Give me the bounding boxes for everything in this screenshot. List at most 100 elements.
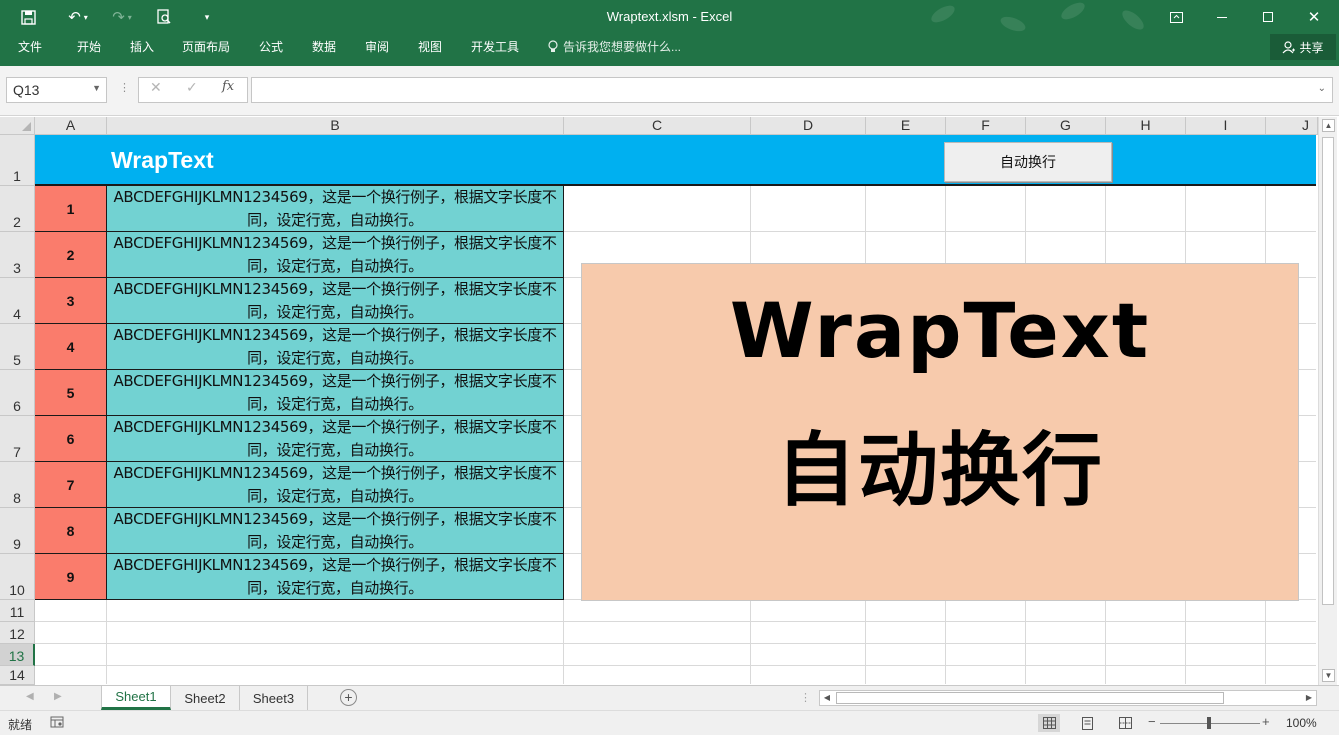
- column-header-b[interactable]: B: [107, 117, 564, 135]
- maximize-button[interactable]: [1245, 0, 1291, 34]
- row-header-9[interactable]: 9: [0, 508, 35, 554]
- row-header-4[interactable]: 4: [0, 278, 35, 324]
- row-number-cell[interactable]: 5: [35, 370, 107, 416]
- select-all-icon: [22, 122, 31, 131]
- tab-data[interactable]: 数据: [312, 38, 336, 55]
- wrapped-text-cell[interactable]: ABCDEFGHIJKLMN1234569，这是一个换行例子，根据文字长度不同，…: [107, 232, 564, 278]
- wrapped-text-cell[interactable]: ABCDEFGHIJKLMN1234569，这是一个换行例子，根据文字长度不同，…: [107, 462, 564, 508]
- sheet-tab-sheet1[interactable]: Sheet1: [101, 686, 171, 710]
- wrapped-text-cell[interactable]: ABCDEFGHIJKLMN1234569，这是一个换行例子，根据文字长度不同，…: [107, 370, 564, 416]
- tab-insert[interactable]: 插入: [130, 38, 154, 55]
- select-all-button[interactable]: [0, 117, 35, 135]
- wrapped-text-cell[interactable]: ABCDEFGHIJKLMN1234569，这是一个换行例子，根据文字长度不同，…: [107, 554, 564, 600]
- vertical-scrollbar[interactable]: ▲ ▼: [1318, 117, 1337, 685]
- row-header-1[interactable]: 1: [0, 135, 35, 186]
- row-header-5[interactable]: 5: [0, 324, 35, 370]
- tab-formulas[interactable]: 公式: [259, 38, 283, 55]
- formula-input[interactable]: ⌄: [251, 77, 1333, 103]
- column-header-i[interactable]: I: [1186, 117, 1266, 135]
- column-header-e[interactable]: E: [866, 117, 946, 135]
- scroll-down-icon[interactable]: ▼: [1322, 669, 1335, 682]
- tab-page-layout[interactable]: 页面布局: [182, 38, 230, 55]
- vertical-scroll-thumb[interactable]: [1322, 137, 1334, 605]
- row-header-11[interactable]: 11: [0, 600, 35, 622]
- expand-formula-icon[interactable]: ⌄: [1318, 83, 1326, 94]
- share-button[interactable]: 共享: [1270, 34, 1336, 60]
- sheet-tab-sheet3[interactable]: Sheet3: [240, 686, 308, 710]
- wrapped-text-cell[interactable]: ABCDEFGHIJKLMN1234569，这是一个换行例子，根据文字长度不同，…: [107, 186, 564, 232]
- tell-me-search[interactable]: 告诉我您想要做什么...: [548, 38, 681, 55]
- row-header-14[interactable]: 14: [0, 666, 35, 685]
- row-header-8[interactable]: 8: [0, 462, 35, 508]
- column-header-c[interactable]: C: [564, 117, 751, 135]
- sheet-tab-bar: ◀ ▶ Sheet1 Sheet2 Sheet3 + ⋮ ◀ ▶: [0, 685, 1339, 710]
- title-bar: ↶ ▾ ↷ ▾ ▾ Wraptext.xlsm - Excel ✕: [0, 0, 1339, 35]
- row-header-10[interactable]: 10: [0, 554, 35, 600]
- horizontal-scrollbar[interactable]: ◀ ▶: [819, 690, 1317, 706]
- tab-home[interactable]: 开始: [77, 38, 101, 55]
- row-number-cell[interactable]: 8: [35, 508, 107, 554]
- add-sheet-button[interactable]: +: [340, 689, 357, 706]
- row-number-cell[interactable]: 6: [35, 416, 107, 462]
- normal-view-button[interactable]: [1038, 714, 1060, 732]
- row-number-cell[interactable]: 4: [35, 324, 107, 370]
- cancel-icon[interactable]: ✕: [150, 79, 162, 96]
- row-header-7[interactable]: 7: [0, 416, 35, 462]
- header-row-band[interactable]: [35, 135, 1316, 186]
- zoom-level[interactable]: 100%: [1286, 716, 1317, 730]
- row-header-12[interactable]: 12: [0, 622, 35, 644]
- row-number-cell[interactable]: 3: [35, 278, 107, 324]
- enter-icon[interactable]: ✓: [186, 79, 198, 96]
- wrapped-text-cell[interactable]: ABCDEFGHIJKLMN1234569，这是一个换行例子，根据文字长度不同，…: [107, 278, 564, 324]
- row-header-6[interactable]: 6: [0, 370, 35, 416]
- wrapped-text-cell[interactable]: ABCDEFGHIJKLMN1234569，这是一个换行例子，根据文字长度不同，…: [107, 508, 564, 554]
- row-number-cell[interactable]: 9: [35, 554, 107, 600]
- zoom-out-button[interactable]: −: [1148, 714, 1156, 729]
- tab-file[interactable]: 文件: [18, 38, 42, 55]
- page-break-view-button[interactable]: [1114, 714, 1136, 732]
- wrap-text-banner-shape[interactable]: WrapText 自动换行: [581, 263, 1299, 601]
- sheet-tab-sheet2[interactable]: Sheet2: [171, 686, 240, 710]
- status-bar: 就绪 − + 100%: [0, 710, 1339, 735]
- scroll-up-icon[interactable]: ▲: [1322, 119, 1335, 132]
- tab-developer[interactable]: 开发工具: [471, 38, 519, 55]
- column-header-f[interactable]: F: [946, 117, 1026, 135]
- scroll-left-icon[interactable]: ◀: [821, 692, 833, 704]
- next-sheet-icon[interactable]: ▶: [54, 691, 62, 702]
- column-header-h[interactable]: H: [1106, 117, 1186, 135]
- row-header-2[interactable]: 2: [0, 186, 35, 232]
- insert-function-icon[interactable]: fx: [222, 79, 234, 94]
- tab-review[interactable]: 审阅: [365, 38, 389, 55]
- split-handle-icon[interactable]: ⋮: [800, 691, 811, 704]
- close-button[interactable]: ✕: [1291, 0, 1337, 34]
- zoom-slider-thumb[interactable]: [1207, 717, 1211, 729]
- page-layout-icon: [1081, 716, 1093, 730]
- macro-record-icon[interactable]: [50, 716, 64, 732]
- column-header-a[interactable]: A: [35, 117, 107, 135]
- close-icon: ✕: [1307, 9, 1321, 26]
- horizontal-scroll-thumb[interactable]: [836, 692, 1224, 704]
- page-layout-view-button[interactable]: [1076, 714, 1098, 732]
- minimize-button[interactable]: [1199, 0, 1245, 34]
- name-box[interactable]: Q13 ▼: [6, 77, 107, 103]
- column-header-d[interactable]: D: [751, 117, 866, 135]
- column-header-g[interactable]: G: [1026, 117, 1106, 135]
- wrapped-text-cell[interactable]: ABCDEFGHIJKLMN1234569，这是一个换行例子，根据文字长度不同，…: [107, 416, 564, 462]
- wrap-text-button[interactable]: 自动换行: [944, 142, 1112, 182]
- scroll-right-icon[interactable]: ▶: [1303, 692, 1315, 704]
- column-header-j[interactable]: J: [1266, 117, 1318, 135]
- prev-sheet-icon[interactable]: ◀: [26, 691, 34, 702]
- minimize-icon: [1217, 16, 1227, 18]
- row-number-cell[interactable]: 2: [35, 232, 107, 278]
- formula-bar: Q13 ▼ ⋮ ✕ ✓ fx ⌄: [0, 66, 1339, 116]
- row-number-cell[interactable]: 1: [35, 186, 107, 232]
- zoom-in-button[interactable]: +: [1262, 714, 1270, 729]
- row-header-3[interactable]: 3: [0, 232, 35, 278]
- wrapped-text-cell[interactable]: ABCDEFGHIJKLMN1234569，这是一个换行例子，根据文字长度不同，…: [107, 324, 564, 370]
- chevron-down-icon[interactable]: ▼: [92, 83, 101, 93]
- gridline: [35, 665, 1316, 666]
- tab-view[interactable]: 视图: [418, 38, 442, 55]
- ribbon-display-button[interactable]: [1153, 0, 1199, 34]
- row-number-cell[interactable]: 7: [35, 462, 107, 508]
- row-header-13[interactable]: 13: [0, 644, 35, 666]
